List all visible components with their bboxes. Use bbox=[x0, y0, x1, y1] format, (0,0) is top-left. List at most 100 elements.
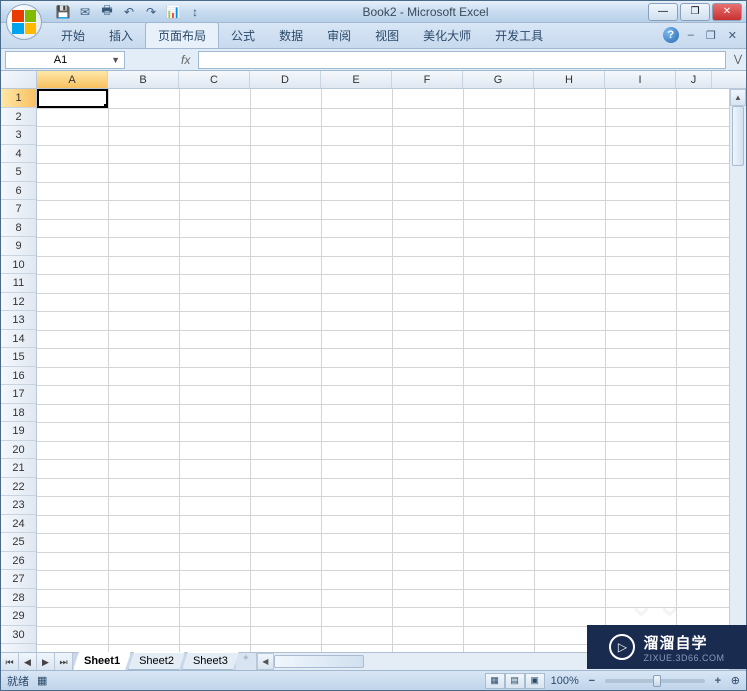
row-header-24[interactable]: 24 bbox=[1, 515, 36, 534]
vscroll-thumb[interactable] bbox=[732, 106, 744, 166]
row-header-8[interactable]: 8 bbox=[1, 219, 36, 238]
row-header-26[interactable]: 26 bbox=[1, 552, 36, 571]
sheet-tab-sheet2[interactable]: Sheet2 bbox=[128, 652, 185, 670]
row-header-16[interactable]: 16 bbox=[1, 367, 36, 386]
qat-save-button[interactable]: 💾 bbox=[53, 2, 73, 22]
col-header-D[interactable]: D bbox=[250, 71, 321, 88]
row-header-4[interactable]: 4 bbox=[1, 145, 36, 164]
scroll-left-button[interactable]: ◀ bbox=[257, 653, 274, 670]
zoom-slider[interactable] bbox=[605, 679, 705, 683]
qat-chart-button[interactable]: 📊 bbox=[163, 2, 183, 22]
sheet-nav-last-button[interactable]: ⏭ bbox=[55, 653, 73, 671]
zoom-out-button[interactable]: − bbox=[585, 675, 599, 687]
sheet-nav-next-button[interactable]: ▶ bbox=[37, 653, 55, 671]
qat-undo-button[interactable]: ↶ bbox=[119, 2, 139, 22]
row-header-10[interactable]: 10 bbox=[1, 256, 36, 275]
help-button[interactable]: ? bbox=[663, 27, 679, 43]
row-header-23[interactable]: 23 bbox=[1, 496, 36, 515]
col-header-E[interactable]: E bbox=[321, 71, 392, 88]
view-layout-button[interactable]: ▤ bbox=[505, 673, 525, 689]
row-header-1[interactable]: 1 bbox=[1, 89, 36, 108]
row-header-27[interactable]: 27 bbox=[1, 570, 36, 589]
select-all-corner[interactable] bbox=[1, 71, 37, 88]
zoom-in-button[interactable]: + bbox=[711, 675, 725, 687]
name-box-value: A1 bbox=[10, 54, 111, 66]
row-header-22[interactable]: 22 bbox=[1, 478, 36, 497]
qat-sort-button[interactable]: ↕ bbox=[185, 2, 205, 22]
formula-expand-button[interactable]: ⋁ bbox=[730, 54, 746, 65]
vscroll-track[interactable] bbox=[730, 106, 746, 635]
row-header-3[interactable]: 3 bbox=[1, 126, 36, 145]
vertical-scrollbar[interactable]: ▲ ▼ bbox=[729, 89, 746, 652]
mdi-minimize-button[interactable]: – bbox=[685, 29, 697, 41]
ribbon-tab-0[interactable]: 开始 bbox=[49, 23, 97, 48]
fx-icon[interactable]: fx bbox=[181, 53, 190, 67]
col-header-J[interactable]: J bbox=[676, 71, 712, 88]
col-header-H[interactable]: H bbox=[534, 71, 605, 88]
window-minimize-button[interactable]: — bbox=[648, 3, 678, 21]
sheet-tab-sheet1[interactable]: Sheet1 bbox=[73, 652, 131, 670]
row-header-12[interactable]: 12 bbox=[1, 293, 36, 312]
sheet-tab-sheet3[interactable]: Sheet3 bbox=[182, 652, 239, 670]
row-header-5[interactable]: 5 bbox=[1, 163, 36, 182]
scroll-up-button[interactable]: ▲ bbox=[730, 89, 746, 106]
row-header-2[interactable]: 2 bbox=[1, 108, 36, 127]
row-header-30[interactable]: 30 bbox=[1, 626, 36, 645]
row-header-18[interactable]: 18 bbox=[1, 404, 36, 423]
row-header-20[interactable]: 20 bbox=[1, 441, 36, 460]
col-header-A[interactable]: A bbox=[37, 71, 108, 88]
col-header-B[interactable]: B bbox=[108, 71, 179, 88]
row-header-14[interactable]: 14 bbox=[1, 330, 36, 349]
ribbon-tab-7[interactable]: 美化大师 bbox=[411, 23, 483, 48]
col-header-G[interactable]: G bbox=[463, 71, 534, 88]
view-pagebreak-button[interactable]: ▣ bbox=[525, 673, 545, 689]
window-close-button[interactable]: ✕ bbox=[712, 3, 742, 21]
qat-redo-button[interactable]: ↷ bbox=[141, 2, 161, 22]
zoom-slider-thumb[interactable] bbox=[653, 675, 661, 687]
row-header-21[interactable]: 21 bbox=[1, 459, 36, 478]
mdi-close-button[interactable]: ✕ bbox=[725, 29, 740, 42]
row-header-15[interactable]: 15 bbox=[1, 348, 36, 367]
row-header-7[interactable]: 7 bbox=[1, 200, 36, 219]
col-header-I[interactable]: I bbox=[605, 71, 676, 88]
row-header-17[interactable]: 17 bbox=[1, 385, 36, 404]
ribbon-tab-5[interactable]: 审阅 bbox=[315, 23, 363, 48]
ribbon-tab-1[interactable]: 插入 bbox=[97, 23, 145, 48]
name-box[interactable]: A1 ▼ bbox=[5, 51, 125, 69]
zoom-expand-button[interactable]: ⊕ bbox=[731, 674, 740, 687]
col-header-C[interactable]: C bbox=[179, 71, 250, 88]
new-sheet-button[interactable]: ✦ bbox=[236, 653, 256, 670]
row-headers: 1234567891011121314151617181920212223242… bbox=[1, 89, 37, 652]
window-maximize-button[interactable]: ❐ bbox=[680, 3, 710, 21]
ribbon-tab-3[interactable]: 公式 bbox=[219, 23, 267, 48]
sheet-nav-first-button[interactable]: ⏮ bbox=[1, 653, 19, 671]
name-box-dropdown-icon[interactable]: ▼ bbox=[111, 55, 120, 65]
row-header-19[interactable]: 19 bbox=[1, 422, 36, 441]
qat-print-button[interactable]: 🖶 bbox=[97, 2, 117, 22]
formula-bar: A1 ▼ fx ⋁ bbox=[1, 49, 746, 71]
row-header-25[interactable]: 25 bbox=[1, 533, 36, 552]
mdi-restore-button[interactable]: ❐ bbox=[703, 29, 719, 42]
qat-mail-button[interactable]: ✉ bbox=[75, 2, 95, 22]
formula-input[interactable] bbox=[198, 51, 726, 69]
ribbon-tab-2[interactable]: 页面布局 bbox=[145, 22, 219, 48]
col-header-F[interactable]: F bbox=[392, 71, 463, 88]
row-header-29[interactable]: 29 bbox=[1, 607, 36, 626]
row-header-6[interactable]: 6 bbox=[1, 182, 36, 201]
spreadsheet-grid[interactable] bbox=[37, 89, 729, 652]
row-header-11[interactable]: 11 bbox=[1, 274, 36, 293]
hscroll-thumb[interactable] bbox=[274, 655, 364, 668]
ribbon-tab-6[interactable]: 视图 bbox=[363, 23, 411, 48]
active-cell[interactable] bbox=[37, 89, 108, 108]
row-header-28[interactable]: 28 bbox=[1, 589, 36, 608]
ribbon-tab-4[interactable]: 数据 bbox=[267, 23, 315, 48]
sheet-nav-prev-button[interactable]: ◀ bbox=[19, 653, 37, 671]
quick-access-toolbar: 💾 ✉ 🖶 ↶ ↷ 📊 ↕ bbox=[53, 2, 205, 22]
ribbon-tab-8[interactable]: 开发工具 bbox=[483, 23, 555, 48]
macro-record-icon[interactable]: ▦ bbox=[37, 674, 47, 687]
view-normal-button[interactable]: ▦ bbox=[485, 673, 505, 689]
office-button[interactable] bbox=[6, 4, 42, 40]
row-header-9[interactable]: 9 bbox=[1, 237, 36, 256]
zoom-level[interactable]: 100% bbox=[551, 675, 579, 687]
row-header-13[interactable]: 13 bbox=[1, 311, 36, 330]
